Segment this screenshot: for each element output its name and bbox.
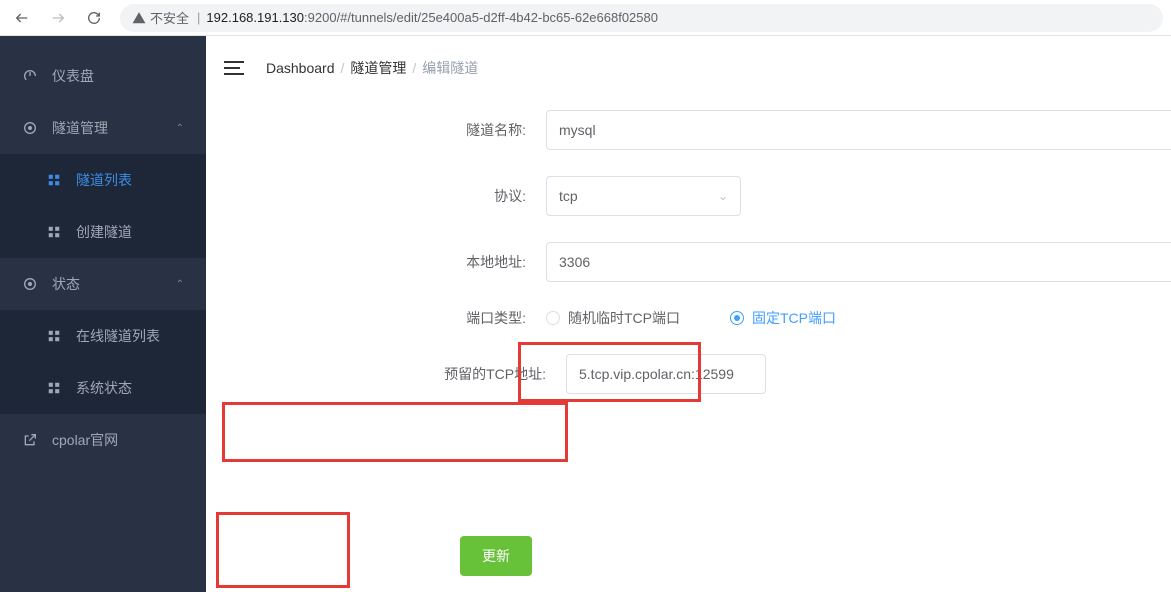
status-icon bbox=[22, 276, 38, 292]
tunnel-icon bbox=[22, 120, 38, 136]
chevron-down-icon: ⌄ bbox=[718, 189, 728, 203]
sidebar-item-create-tunnel[interactable]: 创建隧道 bbox=[0, 206, 206, 258]
radio-label: 固定TCP端口 bbox=[752, 308, 836, 328]
grid-icon bbox=[46, 172, 62, 188]
edit-tunnel-form: 隧道名称: mysql 协议: tcp ⌄ 本地地址: 3306 端口类型: bbox=[206, 100, 1171, 394]
forward-button[interactable] bbox=[44, 4, 72, 32]
menu-toggle[interactable] bbox=[224, 61, 244, 75]
breadcrumb-bar: Dashboard / 隧道管理 / 编辑隧道 bbox=[206, 36, 1171, 100]
sidebar-submenu-tunnels: 隧道列表 创建隧道 bbox=[0, 154, 206, 258]
tunnel-name-label: 隧道名称: bbox=[206, 120, 546, 140]
grid-icon bbox=[46, 380, 62, 396]
sidebar-item-label: cpolar官网 bbox=[52, 430, 184, 450]
reserved-addr-label: 预留的TCP地址: bbox=[206, 364, 566, 384]
external-icon bbox=[22, 432, 38, 448]
update-button-label: 更新 bbox=[482, 546, 510, 566]
sidebar-item-status[interactable]: 状态 ⌃ bbox=[0, 258, 206, 310]
port-type-random[interactable]: 随机临时TCP端口 bbox=[546, 308, 680, 328]
sidebar-item-tunnels[interactable]: 隧道管理 ⌃ bbox=[0, 102, 206, 154]
chevron-up-icon: ⌃ bbox=[176, 123, 184, 134]
url-divider: | bbox=[197, 10, 200, 25]
content: Dashboard / 隧道管理 / 编辑隧道 隧道名称: mysql 协议: … bbox=[206, 36, 1171, 592]
grid-icon bbox=[46, 224, 62, 240]
local-addr-input[interactable]: 3306 bbox=[546, 242, 1171, 282]
reload-icon bbox=[86, 10, 102, 26]
submit-wrap: 更新 bbox=[434, 536, 532, 576]
breadcrumb-item[interactable]: 隧道管理 bbox=[350, 58, 406, 78]
grid-icon bbox=[46, 328, 62, 344]
sidebar-item-label: 在线隧道列表 bbox=[76, 326, 184, 346]
warning-icon bbox=[132, 11, 146, 25]
sidebar-item-tunnel-list[interactable]: 隧道列表 bbox=[0, 154, 206, 206]
sidebar-item-label: 隧道管理 bbox=[52, 118, 162, 138]
dashboard-icon bbox=[22, 68, 38, 84]
breadcrumb-item-current: 编辑隧道 bbox=[422, 58, 478, 78]
sidebar-submenu-status: 在线隧道列表 系统状态 bbox=[0, 310, 206, 414]
sidebar-item-label: 状态 bbox=[52, 274, 162, 294]
protocol-select[interactable]: tcp ⌄ bbox=[546, 176, 741, 216]
reload-button[interactable] bbox=[80, 4, 108, 32]
radio-icon bbox=[730, 311, 744, 325]
sidebar-item-label: 系统状态 bbox=[76, 378, 184, 398]
url-path: /#/tunnels/edit/25e400a5-d2ff-4b42-bc65-… bbox=[337, 10, 658, 25]
highlight-box bbox=[222, 402, 568, 462]
arrow-right-icon bbox=[50, 10, 66, 26]
tunnel-name-input[interactable]: mysql bbox=[546, 110, 1171, 150]
protocol-label: 协议: bbox=[206, 186, 546, 206]
update-button[interactable]: 更新 bbox=[460, 536, 532, 576]
sidebar-item-official-site[interactable]: cpolar官网 bbox=[0, 414, 206, 466]
port-type-label: 端口类型: bbox=[206, 308, 546, 328]
breadcrumb-sep: / bbox=[412, 60, 416, 76]
sidebar-item-system-status[interactable]: 系统状态 bbox=[0, 362, 206, 414]
insecure-label: 不安全 bbox=[150, 8, 189, 27]
reserved-addr-input[interactable]: 5.tcp.vip.cpolar.cn:12599 bbox=[566, 354, 766, 394]
sidebar-item-dashboard[interactable]: 仪表盘 bbox=[0, 50, 206, 102]
back-button[interactable] bbox=[8, 4, 36, 32]
local-addr-label: 本地地址: bbox=[206, 252, 546, 272]
sidebar: 仪表盘 隧道管理 ⌃ 隧道列表 创建隧道 bbox=[0, 36, 206, 592]
url-port: :9200 bbox=[304, 10, 337, 25]
breadcrumb-sep: / bbox=[341, 60, 345, 76]
port-type-fixed[interactable]: 固定TCP端口 bbox=[730, 308, 836, 328]
chevron-up-icon: ⌃ bbox=[176, 279, 184, 290]
url-bar[interactable]: 不安全 | 192.168.191.130 :9200 /#/tunnels/e… bbox=[120, 4, 1163, 32]
port-type-radios: 随机临时TCP端口 固定TCP端口 bbox=[546, 308, 836, 328]
insecure-indicator: 不安全 bbox=[132, 8, 189, 27]
sidebar-item-label: 仪表盘 bbox=[52, 66, 184, 86]
arrow-left-icon bbox=[14, 10, 30, 26]
highlight-box bbox=[216, 512, 350, 588]
url-host: 192.168.191.130 bbox=[206, 10, 304, 25]
sidebar-item-label: 隧道列表 bbox=[76, 170, 184, 190]
breadcrumb: Dashboard / 隧道管理 / 编辑隧道 bbox=[266, 58, 478, 78]
sidebar-item-label: 创建隧道 bbox=[76, 222, 184, 242]
radio-label: 随机临时TCP端口 bbox=[568, 308, 680, 328]
browser-bar: 不安全 | 192.168.191.130 :9200 /#/tunnels/e… bbox=[0, 0, 1171, 36]
sidebar-item-online-list[interactable]: 在线隧道列表 bbox=[0, 310, 206, 362]
radio-icon bbox=[546, 311, 560, 325]
breadcrumb-item[interactable]: Dashboard bbox=[266, 60, 335, 76]
